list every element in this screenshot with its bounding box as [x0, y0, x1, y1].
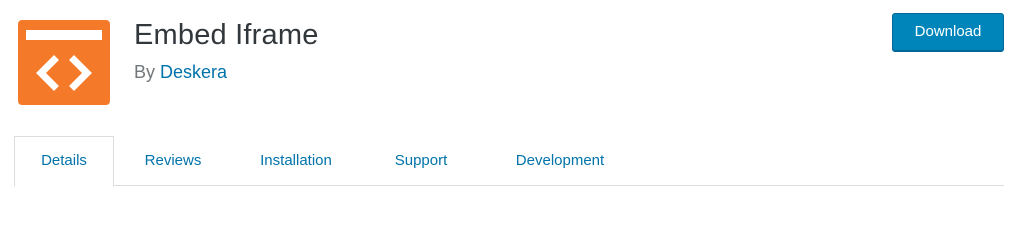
- plugin-tabs: Details Reviews Installation Support Dev…: [14, 136, 1004, 187]
- byline-prefix: By: [134, 62, 156, 82]
- tab-reviews[interactable]: Reviews: [126, 136, 220, 186]
- plugin-header: Embed Iframe By Deskera Download Details…: [0, 0, 1024, 224]
- embed-code-icon: [18, 20, 110, 105]
- plugin-byline: By Deskera: [134, 60, 227, 84]
- tab-support[interactable]: Support: [376, 136, 466, 186]
- tab-development[interactable]: Development: [492, 136, 628, 186]
- author-link[interactable]: Deskera: [160, 62, 227, 82]
- tab-details[interactable]: Details: [14, 136, 114, 187]
- tab-installation[interactable]: Installation: [240, 136, 352, 186]
- download-button[interactable]: Download: [892, 13, 1004, 51]
- plugin-title: Embed Iframe: [134, 19, 319, 51]
